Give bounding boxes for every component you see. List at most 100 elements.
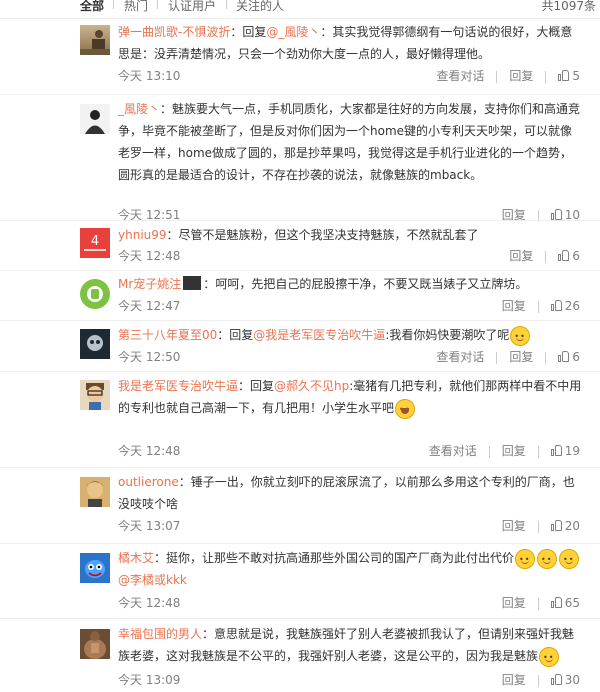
reply-link[interactable]: 回复 — [502, 594, 526, 611]
like-button[interactable]: 26 — [550, 299, 580, 313]
like-button[interactable]: 6 — [558, 249, 580, 263]
like-button[interactable]: 30 — [550, 673, 580, 687]
comment-prefix: ：回复 — [217, 328, 254, 342]
reply-link[interactable]: 回复 — [502, 297, 526, 314]
view-conversation-link[interactable]: 查看对话 — [436, 348, 484, 365]
tab-verified-users[interactable]: 认证用户 — [168, 0, 216, 14]
divider — [537, 597, 539, 610]
comment-time: 今天 13:10 — [118, 69, 181, 83]
avatar[interactable] — [80, 329, 110, 359]
comment-meta: 今天 12:48 回复 65 — [118, 594, 600, 614]
divider — [545, 351, 547, 364]
divider — [537, 445, 539, 458]
comment-item: Mr宠子姚注 ：呵呵，先把自己的屁股擦干净，不要又既当婊子又立牌坊。 今天 12:… — [0, 271, 600, 321]
comment-author[interactable]: 第三十八年夏至00 — [118, 328, 217, 342]
sticker-icon — [183, 276, 202, 290]
comment-meta: 今天 12:48 回复 6 — [118, 247, 600, 267]
thumbs-up-icon — [550, 300, 562, 311]
like-button[interactable]: 19 — [550, 444, 580, 458]
reply-link[interactable]: 回复 — [509, 247, 533, 264]
avatar[interactable] — [80, 25, 110, 55]
smile-emoji-icon — [510, 325, 531, 348]
like-count: 30 — [564, 673, 580, 687]
like-count: 19 — [564, 444, 580, 458]
comment-prefix: ： — [203, 277, 216, 291]
comment-prefix: ： — [154, 551, 167, 565]
comment-author[interactable]: 幸福包围的男人 — [118, 627, 202, 641]
thumbs-up-icon — [558, 250, 570, 261]
comment-author[interactable]: outlierone — [118, 475, 179, 489]
reply-link[interactable]: 回复 — [509, 348, 533, 365]
reply-link[interactable]: 回复 — [502, 517, 526, 534]
tab-divider — [113, 0, 114, 9]
like-button[interactable]: 5 — [558, 69, 580, 83]
tab-hot[interactable]: 热门 — [124, 0, 148, 14]
comment-text: 幸福包围的男人：意思就是说，我魅族强奸了别人老婆被抓我认了，但请别来强奸我魅族老… — [118, 623, 582, 669]
smile-emoji-icon — [559, 548, 580, 571]
comment-meta: 今天 12:50 查看对话 回复 6 — [118, 348, 600, 368]
divider — [545, 250, 547, 263]
comment-item: 橘木艾：挺你，让那些不敢对抗高通那些外国公司的国产厂商为此付出代价 @李橘或kkk… — [0, 544, 600, 619]
divider — [537, 674, 539, 687]
svg-text:4: 4 — [91, 234, 99, 249]
comment-time: 今天 12:47 — [118, 299, 181, 313]
like-button[interactable]: 65 — [550, 596, 580, 610]
tab-following[interactable]: 关注的人 — [236, 0, 284, 14]
avatar[interactable]: 4 — [80, 228, 110, 258]
comment-text: outlierone：锤子一出，你就立刻吓的屁滚尿流了，以前那么多用这个专利的厂… — [118, 471, 582, 515]
comment-author[interactable]: 我是老军医专治吹牛逼 — [118, 379, 238, 393]
comment-text: 橘木艾：挺你，让那些不敢对抗高通那些外国公司的国产厂商为此付出代价 @李橘或kkk — [118, 547, 582, 591]
avatar[interactable] — [80, 629, 110, 659]
like-button[interactable]: 6 — [558, 350, 580, 364]
comment-time: 今天 13:07 — [118, 519, 181, 533]
comment-mention[interactable]: @我是老军医专治吹牛逼 — [253, 328, 385, 342]
divider — [496, 70, 498, 83]
avatar[interactable] — [80, 553, 110, 583]
comment-author[interactable]: 弹一曲凯歌-不惧波折 — [118, 25, 230, 39]
comment-prefix: ：回复 — [238, 379, 275, 393]
avatar[interactable] — [80, 279, 110, 309]
divider — [537, 300, 539, 313]
comment-prefix: ： — [166, 228, 179, 242]
comment-time: 今天 12:48 — [118, 249, 181, 263]
comment-author[interactable]: _風陵丶 — [118, 102, 160, 116]
tab-divider — [157, 0, 158, 9]
comment-prefix: ：回复 — [230, 25, 267, 39]
like-button[interactable]: 20 — [550, 519, 580, 533]
tab-divider — [226, 0, 227, 9]
comment-body: 挺你，让那些不敢对抗高通那些外国公司的国产厂商为此付出代价 — [166, 551, 515, 565]
comment-item: _風陵丶：魅族要大气一点，手机同质化，大家都是往好的方向发展，支持你们和高通竞争… — [0, 95, 600, 222]
comment-mention[interactable]: @_風陵丶 — [266, 25, 320, 39]
comment-body: 魅族要大气一点，手机同质化，大家都是往好的方向发展，支持你们和高通竞争，毕竟不能… — [118, 102, 581, 182]
comment-item: 第三十八年夏至00：回复@我是老军医专治吹牛逼:我看你妈快要潮吹了呢 今天 12… — [0, 321, 600, 372]
comment-meta: 今天 12:48 查看对话 回复 19 — [118, 442, 600, 462]
avatar[interactable] — [80, 380, 110, 410]
comment-author[interactable]: Mr宠子姚注 — [118, 277, 181, 291]
reply-link[interactable]: 回复 — [502, 442, 526, 459]
comment-item: 我是老军医专治吹牛逼：回复@郝久不见hp:毫猪有几把专利，就他们那两样中看不中用… — [0, 372, 600, 468]
reply-link[interactable]: 回复 — [509, 67, 533, 84]
view-conversation-link[interactable]: 查看对话 — [436, 67, 484, 84]
comment-time: 今天 12:48 — [118, 596, 181, 610]
thumbs-up-icon — [550, 445, 562, 456]
avatar[interactable] — [80, 104, 110, 134]
comment-filter-tabs: 全部 热门 认证用户 关注的人 共1097条 — [0, 0, 600, 19]
comment-text: 我是老军医专治吹牛逼：回复@郝久不见hp:毫猪有几把专利，就他们那两样中看不中用… — [118, 375, 582, 421]
tab-all[interactable]: 全部 — [80, 0, 104, 14]
view-conversation-link[interactable]: 查看对话 — [429, 442, 477, 459]
comment-author[interactable]: yhniu99 — [118, 228, 167, 242]
divider — [537, 520, 539, 533]
smile-emoji-icon — [515, 548, 536, 571]
comment-count: 共1097条 — [541, 0, 596, 13]
comment-meta: 今天 12:47 回复 26 — [118, 297, 600, 317]
comment-mention[interactable]: @李橘或kkk — [118, 573, 187, 587]
comment-item: outlierone：锤子一出，你就立刻吓的屁滚尿流了，以前那么多用这个专利的厂… — [0, 468, 600, 544]
thumbs-up-icon — [558, 70, 570, 81]
comment-author[interactable]: 橘木艾 — [118, 551, 154, 565]
avatar[interactable] — [80, 477, 110, 507]
divider — [545, 70, 547, 83]
comment-item: 幸福包围的男人：意思就是说，我魅族强奸了别人老婆被抓我认了，但请别来强奸我魅族老… — [0, 619, 600, 692]
comment-prefix: ： — [178, 475, 191, 489]
comment-meta: 今天 13:10 查看对话 回复 5 — [118, 67, 600, 87]
comment-mention[interactable]: @郝久不见hp — [274, 379, 349, 393]
